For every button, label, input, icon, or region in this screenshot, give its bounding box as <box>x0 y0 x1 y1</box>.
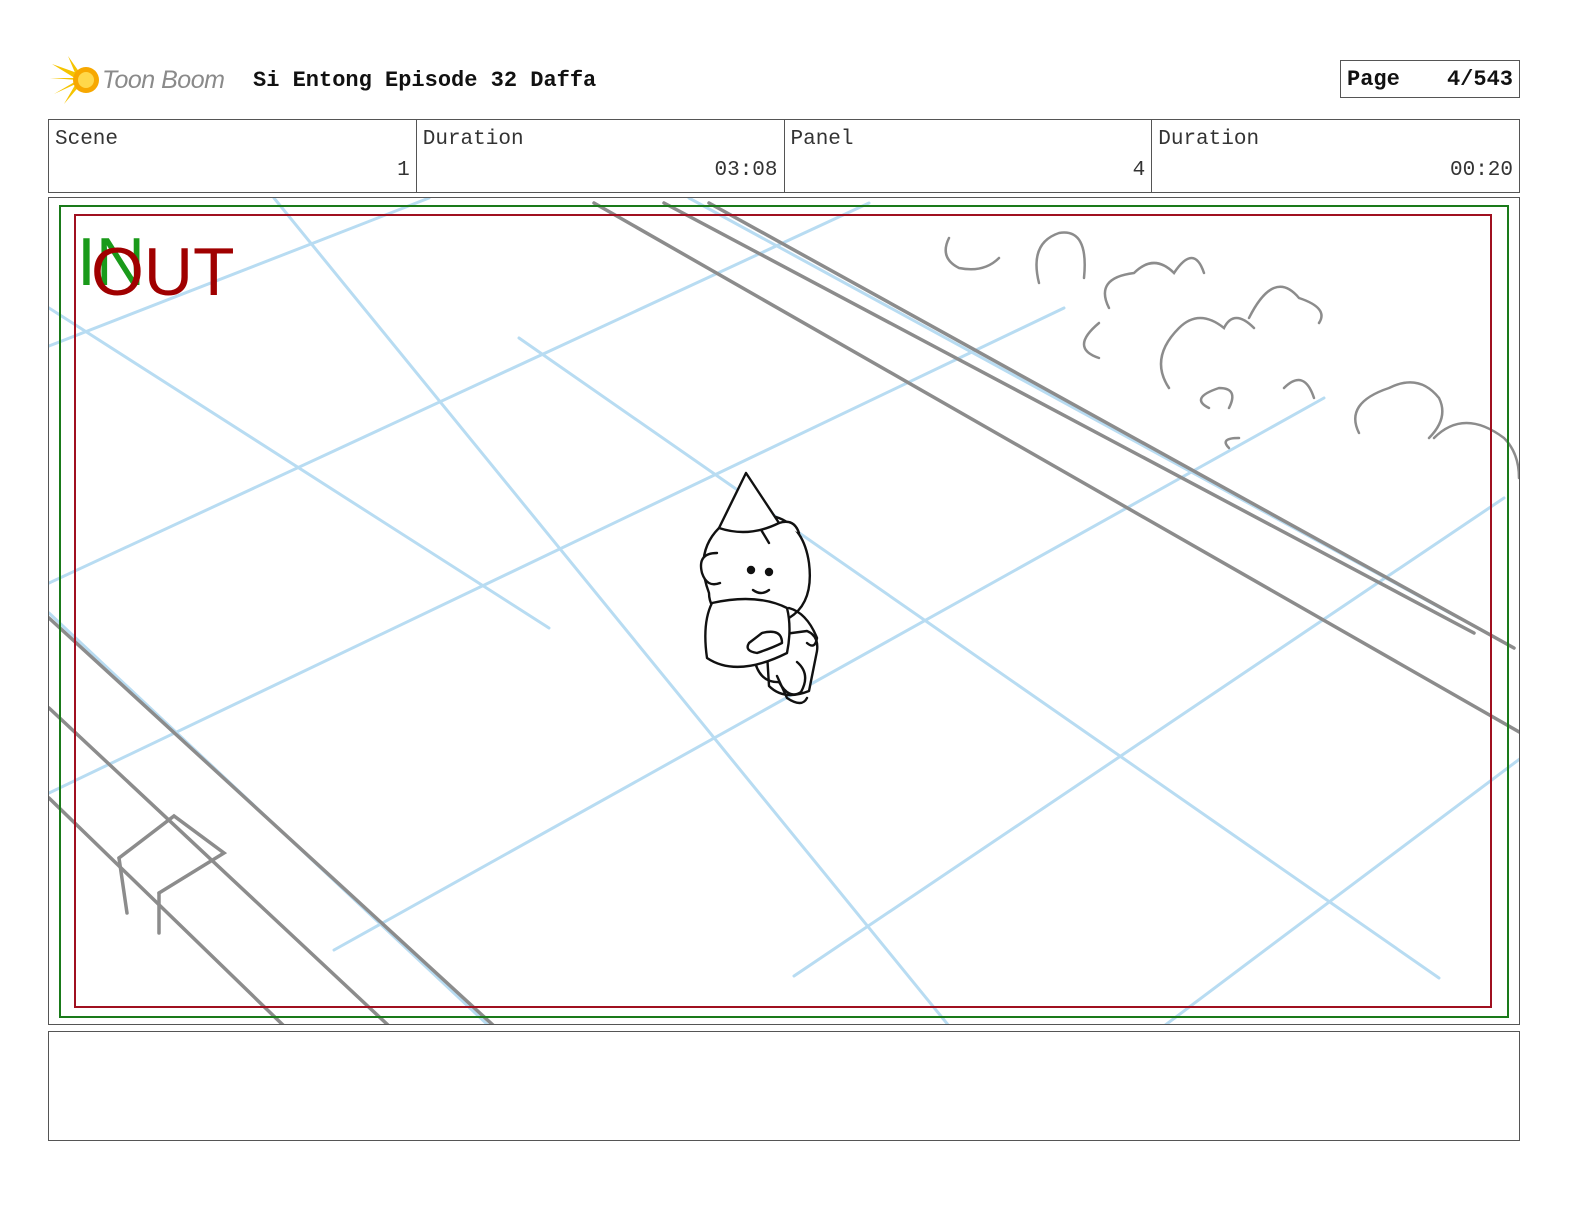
panel-duration-value: 00:20 <box>1449 159 1513 182</box>
page-number: 4/543 <box>1446 67 1513 92</box>
panel-value: 4 <box>1132 159 1146 182</box>
scene-duration-value: 03:08 <box>714 159 778 182</box>
logo-text: Toon Boom <box>102 66 225 94</box>
toon-boom-logo: Toon Boom <box>48 54 238 106</box>
storyboard-panel-image: IN OUT <box>48 197 1520 1025</box>
panel-sketch <box>49 198 1519 1024</box>
scene-duration-label: Duration <box>422 128 524 151</box>
scene-label: Scene <box>55 128 119 151</box>
starburst-icon <box>50 56 99 104</box>
panel-label: Panel <box>790 128 854 151</box>
panel-duration-label: Duration <box>1158 128 1260 151</box>
panel-cell: Panel 4 <box>785 120 1153 192</box>
panel-duration-cell: Duration 00:20 <box>1152 120 1519 192</box>
page-label: Page <box>1347 67 1400 92</box>
notes-box[interactable] <box>48 1031 1520 1141</box>
scene-duration-cell: Duration 03:08 <box>417 120 785 192</box>
scene-cell: Scene 1 <box>49 120 417 192</box>
out-marker: OUT <box>91 234 235 310</box>
scene-info-table: Scene 1 Duration 03:08 Panel 4 Duration … <box>48 119 1520 193</box>
bush-sketch <box>944 231 1519 480</box>
project-title: Si Entong Episode 32 Daffa <box>253 68 597 93</box>
character-sketch <box>699 471 819 705</box>
scene-value: 1 <box>397 159 410 182</box>
storyboard-header: Toon Boom Si Entong Episode 32 Daffa Pag… <box>48 54 1520 106</box>
page-indicator: Page 4/543 <box>1340 60 1520 98</box>
